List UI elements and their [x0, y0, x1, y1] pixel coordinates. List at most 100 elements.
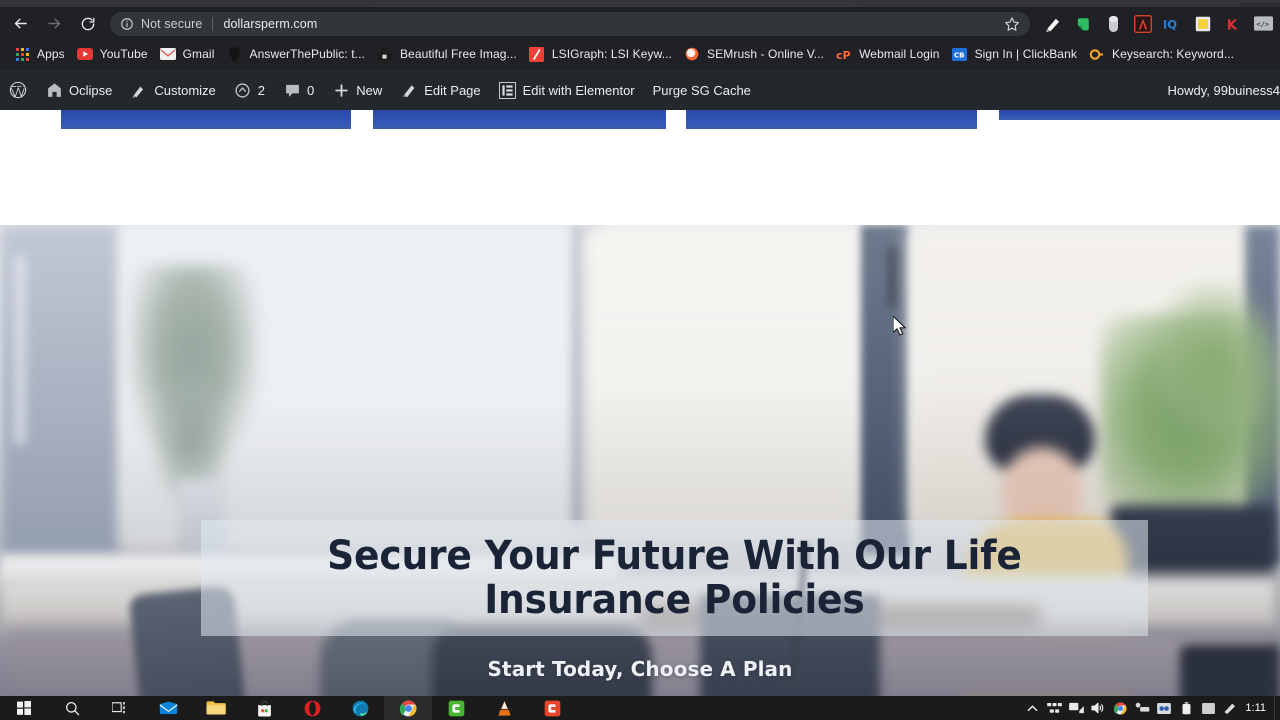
forward-button[interactable]: [40, 10, 68, 38]
bookmark-clickbank[interactable]: CB Sign In | ClickBank: [948, 42, 1085, 66]
camtasia-recorder-app[interactable]: [528, 696, 576, 720]
address-bar[interactable]: Not secure dollarsperm.com: [110, 11, 1030, 36]
show-desktop-button[interactable]: [1274, 696, 1280, 720]
lsigraph-icon: [529, 46, 545, 62]
admin-bar-item-comments[interactable]: 0: [274, 70, 323, 110]
taskbar-clock[interactable]: 1:11: [1241, 702, 1274, 714]
svg-text:IQ: IQ: [1163, 17, 1177, 31]
security-status-label: Not secure: [141, 16, 203, 31]
admin-bar-label: 2: [257, 82, 266, 98]
omnibox-divider: [212, 16, 214, 31]
bookmark-webmail[interactable]: cP Webmail Login: [832, 42, 947, 66]
card-bottom-edge[interactable]: [61, 110, 351, 129]
admin-bar-label: 0: [307, 82, 315, 98]
not-secure-info-icon[interactable]: [120, 17, 134, 31]
chrome-tray-icon[interactable]: [1109, 696, 1131, 720]
url-text: dollarsperm.com: [223, 16, 318, 31]
bookmark-semrush[interactable]: SEMrush - Online V...: [680, 42, 832, 66]
network-tray-icon[interactable]: [1043, 696, 1065, 720]
mail-app[interactable]: [144, 696, 192, 720]
bookmark-apps[interactable]: Apps: [10, 42, 73, 66]
hero-headline: Secure Your Future With Our Life Insuran…: [327, 533, 1022, 623]
bookmark-label: Sign In | ClickBank: [974, 47, 1077, 61]
window-tray-icon[interactable]: [1197, 696, 1219, 720]
card-bottom-edge[interactable]: [686, 110, 977, 129]
google-chrome-app[interactable]: [384, 696, 432, 720]
bookmark-keysearch[interactable]: Keysearch: Keyword...: [1085, 42, 1242, 66]
display-tray-icon[interactable]: [1065, 696, 1087, 720]
reload-button[interactable]: [74, 10, 102, 38]
pen-extension-icon[interactable]: [1038, 11, 1068, 37]
bookmark-label: Beautiful Free Imag...: [399, 47, 517, 61]
bookmark-label: YouTube: [99, 47, 148, 61]
battery-tray-icon[interactable]: [1175, 696, 1197, 720]
wordpress-logo-icon: [9, 81, 27, 99]
admin-bar-label: Purge SG Cache: [652, 82, 751, 98]
bookmark-gmail[interactable]: Gmail: [156, 42, 223, 66]
card-bottom-edge[interactable]: [999, 110, 1280, 120]
youtube-icon: [76, 46, 93, 62]
hero-banner: Secure Your Future With Our Life Insuran…: [0, 225, 1280, 705]
semrush-icon: [684, 46, 700, 62]
unsplash-icon: [377, 46, 393, 62]
admin-bar-howdy[interactable]: Howdy, 99buiness4: [1159, 70, 1280, 110]
vlc-app[interactable]: [480, 696, 528, 720]
show-hidden-icons-chevron[interactable]: [1021, 696, 1043, 720]
hero-headline-line-1: Secure Your Future With Our Life: [327, 533, 1022, 579]
admin-bar-item-edit-with-elementor[interactable]: Edit with Elementor: [490, 70, 644, 110]
task-view-button[interactable]: [96, 696, 144, 720]
camtasia-app[interactable]: [432, 696, 480, 720]
admin-bar-item-new[interactable]: New: [323, 70, 391, 110]
opera-app[interactable]: [288, 696, 336, 720]
iq-extension-icon[interactable]: IQ: [1158, 11, 1188, 37]
keysearch-extension-icon[interactable]: K: [1218, 11, 1248, 37]
bookmark-star-icon[interactable]: [1004, 16, 1020, 32]
start-button[interactable]: [0, 696, 48, 720]
bookmark-label: LSIGraph: LSI Keyw...: [551, 47, 673, 61]
admin-bar-item-customize[interactable]: Customize: [121, 70, 224, 110]
yellow-note-extension-icon[interactable]: [1188, 11, 1218, 37]
wordpress-admin-bar: Oclipse Customize 2 0 New Edit Page Edit…: [0, 70, 1280, 110]
bookmark-unsplash[interactable]: Beautiful Free Imag...: [373, 42, 525, 66]
bookmark-answerthepublic[interactable]: AnswerThePublic: t...: [222, 42, 372, 66]
bookmark-label: Webmail Login: [859, 47, 940, 61]
admin-bar-item-edit-page[interactable]: Edit Page: [391, 70, 489, 110]
bookmark-youtube[interactable]: YouTube: [73, 42, 156, 66]
evernote-extension-icon[interactable]: [1068, 11, 1098, 37]
back-button[interactable]: [6, 10, 34, 38]
bookmark-label: SEMrush - Online V...: [707, 47, 825, 61]
admin-bar-label: Customize: [154, 82, 216, 98]
admin-bar-item-site[interactable]: Oclipse: [36, 70, 121, 110]
adobe-acrobat-extension-icon[interactable]: [1128, 11, 1158, 37]
microsoft-store-app[interactable]: [240, 696, 288, 720]
grey-pill-extension-icon[interactable]: [1098, 11, 1128, 37]
browser-toolbar: Not secure dollarsperm.com IQ K </>: [0, 9, 1280, 38]
cards-bottom-edges: [0, 110, 1280, 130]
search-button[interactable]: [48, 696, 96, 720]
microsoft-edge-app[interactable]: [336, 696, 384, 720]
card-bottom-edge[interactable]: [373, 110, 666, 129]
keysearch-icon: [1089, 46, 1105, 62]
webmail-icon: cP: [836, 46, 852, 62]
admin-bar-item-updates[interactable]: 2: [225, 70, 274, 110]
pen-tray-icon[interactable]: [1219, 696, 1241, 720]
file-explorer-app[interactable]: [192, 696, 240, 720]
admin-bar-label: New: [356, 82, 383, 98]
hero-subheadline: Start Today, Choose A Plan: [487, 657, 793, 681]
volume-tray-icon[interactable]: [1087, 696, 1109, 720]
hero-headline-line-2: Insurance Policies: [484, 577, 865, 623]
wordpress-logo-button[interactable]: [0, 70, 36, 110]
code-extension-icon[interactable]: </>: [1248, 11, 1278, 37]
plus-icon: [332, 81, 350, 99]
screen: Not secure dollarsperm.com IQ K </> Apps…: [0, 0, 1280, 720]
tab-strip: [0, 0, 1280, 9]
svg-text:</>: </>: [1256, 20, 1269, 29]
paintbrush-icon: [130, 81, 148, 99]
bookmark-label: Apps: [37, 47, 65, 61]
site-icon: [45, 81, 63, 99]
admin-bar-item-purge-sg-cache[interactable]: Purge SG Cache: [644, 70, 760, 110]
utility-tray-icon[interactable]: [1131, 696, 1153, 720]
bookmark-lsigraph[interactable]: LSIGraph: LSI Keyw...: [525, 42, 680, 66]
comment-bubble-icon: [283, 81, 301, 99]
blue-tray-icon[interactable]: [1153, 696, 1175, 720]
